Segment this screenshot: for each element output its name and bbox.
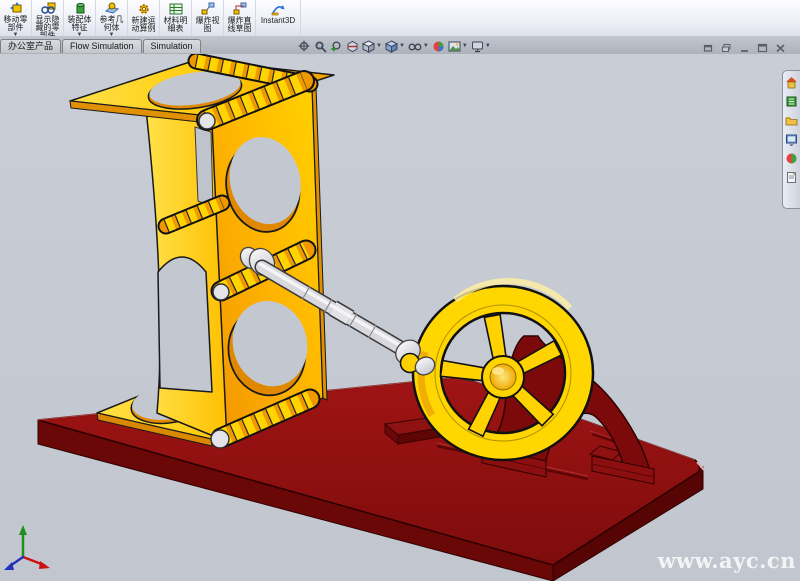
heads-up-view-toolbar: ▼ ▼ ▼ ▼ ▼ — [298, 39, 494, 53]
new-motion-study-icon — [136, 1, 152, 16]
previous-view-icon[interactable] — [330, 40, 343, 53]
toolbar-button-explode-line-sketch[interactable]: 爆炸直线草图 — [224, 0, 256, 36]
toolbar-button-instant3d[interactable]: Instant3D — [256, 0, 301, 36]
tab-office-products[interactable]: 办公室产品 — [0, 39, 61, 53]
custom-properties-icon[interactable] — [785, 171, 798, 184]
appearances-scenes-icon[interactable] — [785, 152, 798, 165]
graphics-viewport[interactable]: www.ayc.cn — [0, 54, 800, 581]
toolbar-button-reference-geometry[interactable]: 参考几何体 ▼ — [96, 0, 128, 36]
solidworks-window: 移动零部件 ▼ 显示隐藏的零部件 装配体特征 ▼ 参考几何体 ▼ 新建运动算例 — [0, 0, 800, 581]
toolbar-button-new-motion-study[interactable]: 新建运动算例 — [128, 0, 160, 36]
toolbar-button-move-component[interactable]: 移动零部件 ▼ — [0, 0, 32, 36]
section-view-icon[interactable] — [346, 40, 359, 53]
explode-line-sketch-icon — [232, 1, 248, 16]
zoom-to-fit-icon[interactable] — [298, 40, 311, 53]
view-palette-icon[interactable] — [785, 133, 798, 146]
view-settings-icon[interactable]: ▼ — [471, 40, 491, 53]
move-component-icon — [8, 1, 24, 15]
solidworks-resources-icon[interactable] — [785, 76, 798, 89]
command-manager-tabs: 办公室产品 Flow Simulation Simulation — [0, 39, 202, 54]
file-explorer-icon[interactable] — [785, 114, 798, 127]
toolbar-button-assembly-features[interactable]: 装配体特征 ▼ — [64, 0, 96, 36]
task-pane-tab-strip — [782, 70, 800, 209]
hide-show-items-icon[interactable]: ▼ — [408, 40, 429, 53]
model-spoked-wheel[interactable] — [413, 281, 593, 460]
toolbar-button-bill-of-materials[interactable]: 材料明细表 — [160, 0, 192, 36]
display-style-icon[interactable]: ▼ — [385, 40, 405, 53]
view-orientation-icon[interactable]: ▼ — [362, 40, 382, 53]
assembly-features-icon — [72, 1, 88, 15]
assembly-toolbar: 移动零部件 ▼ 显示隐藏的零部件 装配体特征 ▼ 参考几何体 ▼ 新建运动算例 — [0, 0, 800, 37]
tab-flow-simulation[interactable]: Flow Simulation — [62, 39, 142, 53]
bill-of-materials-icon — [168, 1, 184, 16]
exploded-view-icon — [200, 1, 216, 16]
show-hidden-components-icon — [40, 1, 56, 15]
watermark-text: www.ayc.cn — [658, 548, 796, 573]
toolbar-button-label: Instant3D — [261, 17, 295, 25]
apply-scene-icon[interactable]: ▼ — [448, 40, 468, 53]
tab-simulation[interactable]: Simulation — [143, 39, 201, 53]
toolbar-button-show-hidden-components[interactable]: 显示隐藏的零部件 — [32, 0, 64, 36]
model-canvas[interactable] — [0, 54, 800, 581]
reference-geometry-icon — [104, 1, 120, 15]
model-frame-tower[interactable] — [70, 60, 334, 448]
design-library-icon[interactable] — [785, 95, 798, 108]
edit-appearance-icon[interactable] — [432, 40, 445, 53]
instant3d-icon — [270, 1, 286, 16]
command-manager-tab-bar: 办公室产品 Flow Simulation Simulation ▼ ▼ ▼ — [0, 36, 800, 55]
orientation-triad — [4, 525, 50, 570]
toolbar-button-exploded-view[interactable]: 爆炸视图 — [192, 0, 224, 36]
zoom-to-area-icon[interactable] — [314, 40, 327, 53]
